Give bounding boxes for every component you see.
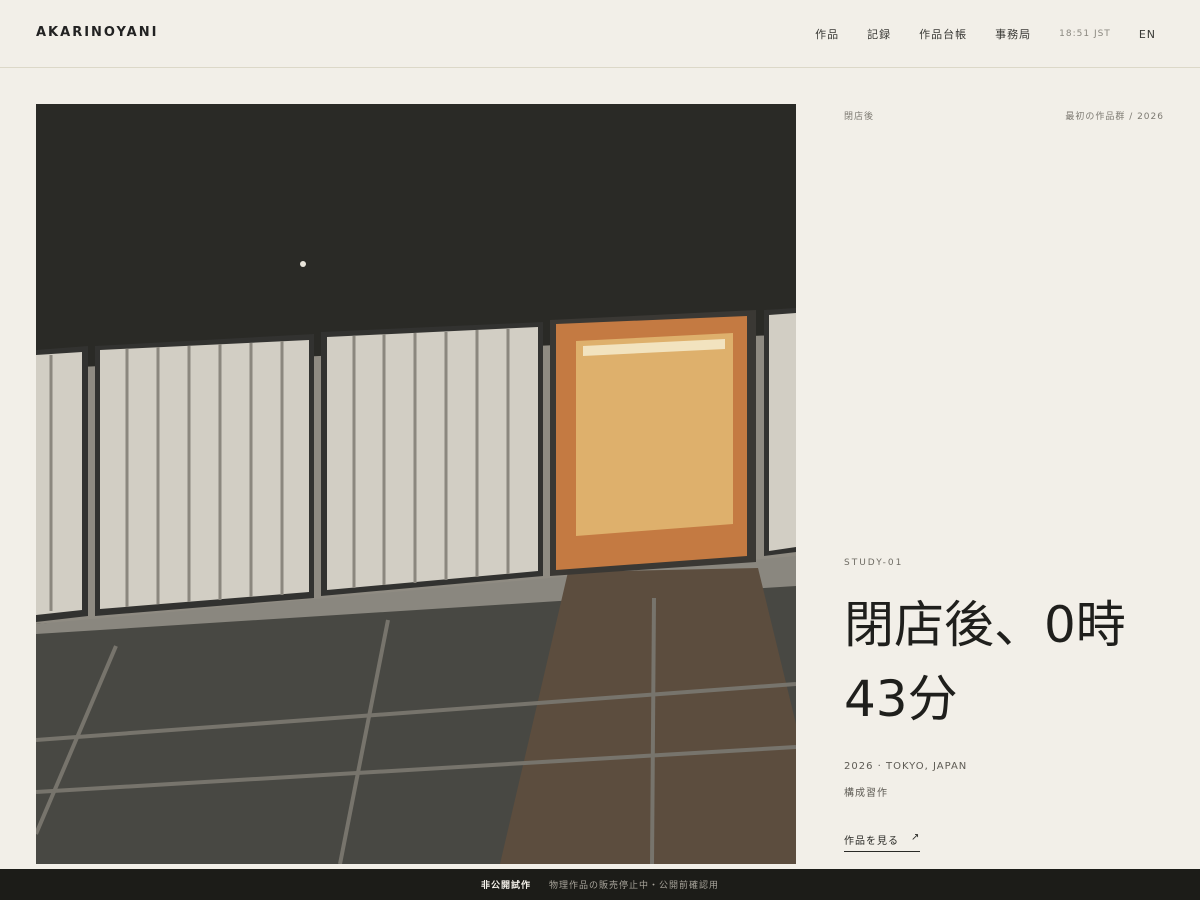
artwork-image	[36, 104, 796, 864]
clock-readout: 18:51 JST	[1059, 29, 1111, 39]
main-nav: 作品 記録 作品台帳 事務局 18:51 JST EN	[815, 26, 1156, 42]
nav-item-office[interactable]: 事務局	[995, 26, 1031, 42]
work-detail-panel: 閉店後 最初の作品群 / 2026 STUDY-01 閉店後、0時 43分 20…	[844, 104, 1164, 864]
detail-meta: 閉店後 最初の作品群 / 2026	[844, 109, 1164, 122]
work-type: 構成習作	[844, 788, 888, 799]
year-location: 2026 · TOKYO, JAPAN	[844, 761, 968, 772]
footer-notice: 物理作品の販売停止中・公開前確認用	[549, 881, 720, 891]
nav-item-records[interactable]: 記録	[867, 26, 891, 42]
work-title-line-1: 閉店後、0時	[844, 596, 1126, 654]
arrow-up-right-icon: ↗	[911, 832, 921, 843]
shutter-3	[327, 327, 538, 590]
work-title-line-2: 43分	[844, 670, 958, 728]
storefront-illustration	[36, 104, 796, 864]
view-work-link[interactable]: 作品を見る ↗	[844, 832, 921, 852]
study-label: STUDY-01	[844, 558, 904, 568]
moon-dot	[300, 261, 306, 267]
work-title: 閉店後、0時 43分	[844, 588, 1164, 736]
private-prototype-badge: 非公開試作	[480, 881, 531, 891]
footer-banner: 非公開試作 物理作品の販売停止中・公開前確認用	[0, 869, 1200, 900]
lit-window-panel	[576, 333, 733, 536]
shutter-5	[769, 313, 796, 551]
nav-item-catalog[interactable]: 作品台帳	[919, 26, 967, 42]
language-toggle[interactable]: EN	[1139, 28, 1156, 41]
series-label: 最初の作品群 / 2026	[1065, 112, 1164, 122]
brand-logo[interactable]: AKARINOYANI	[36, 25, 158, 40]
shutter-1	[36, 352, 82, 615]
shutter-2	[100, 340, 309, 609]
nav-item-works[interactable]: 作品	[815, 26, 839, 42]
category-label: 閉店後	[844, 112, 875, 122]
view-work-label: 作品を見る	[844, 836, 899, 847]
site-header: AKARINOYANI 作品 記録 作品台帳 事務局 18:51 JST EN	[0, 0, 1200, 68]
